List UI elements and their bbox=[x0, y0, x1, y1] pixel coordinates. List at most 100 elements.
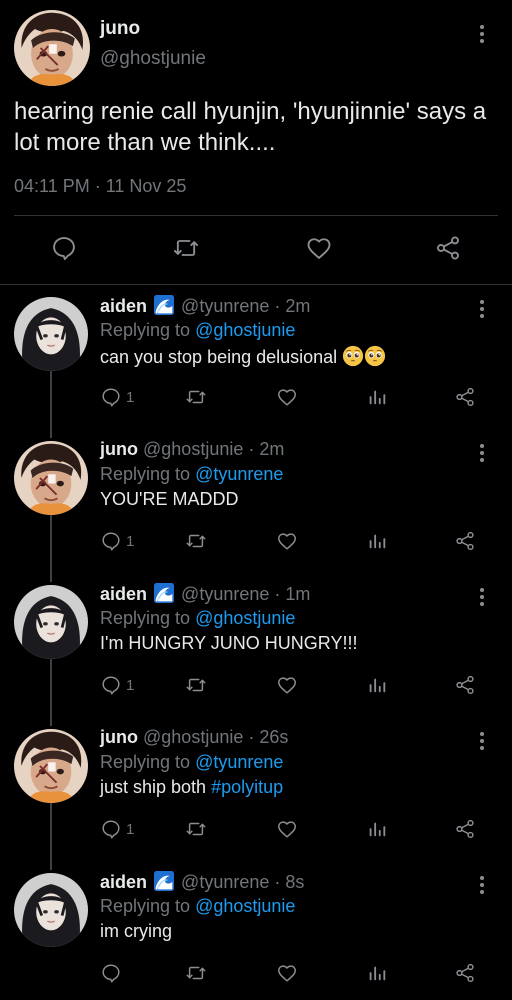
reply-tweet[interactable]: aiden @tyunrene · 8s Replying to @ghostj… bbox=[0, 861, 512, 1000]
reply-count: 1 bbox=[126, 388, 135, 406]
divider bbox=[14, 215, 498, 216]
retweet-button[interactable] bbox=[185, 530, 207, 552]
author-name[interactable]: aiden bbox=[100, 872, 147, 892]
reply-tweet[interactable]: aiden @tyunrene · 2m Replying to @ghostj… bbox=[0, 285, 512, 429]
reply-icon bbox=[100, 386, 122, 408]
share-button[interactable] bbox=[454, 386, 476, 408]
share-button[interactable] bbox=[454, 674, 476, 696]
retweet-icon[interactable] bbox=[172, 234, 200, 262]
avatar[interactable] bbox=[14, 873, 88, 947]
replying-to: Replying to @ghostjunie bbox=[100, 320, 295, 341]
reply-count: 1 bbox=[126, 532, 135, 550]
reply-time: · 2m bbox=[274, 296, 311, 316]
mention-link[interactable]: @tyunrene bbox=[195, 752, 283, 772]
stats-button[interactable] bbox=[366, 386, 388, 408]
avatar[interactable] bbox=[14, 10, 90, 86]
author-name[interactable]: aiden bbox=[100, 296, 147, 316]
author-handle[interactable]: @ghostjunie bbox=[100, 48, 206, 70]
retweet-icon bbox=[185, 530, 207, 552]
reply-text: YOU'RE MADDD bbox=[100, 489, 238, 510]
avatar[interactable] bbox=[14, 585, 88, 659]
stats-icon bbox=[366, 962, 388, 984]
share-button[interactable] bbox=[454, 962, 476, 984]
author-handle[interactable]: @tyunrene bbox=[181, 872, 269, 892]
share-icon bbox=[454, 962, 476, 984]
like-button[interactable] bbox=[276, 530, 298, 552]
reply-tweet[interactable]: juno @ghostjunie · 26s Replying to @tyun… bbox=[0, 717, 512, 861]
like-button[interactable] bbox=[276, 818, 298, 840]
reply-button[interactable]: 1 bbox=[100, 530, 134, 552]
share-icon[interactable] bbox=[434, 234, 462, 262]
reply-text: I'm HUNGRY JUNO HUNGRY!!! bbox=[100, 633, 357, 654]
reply-button[interactable]: 1 bbox=[100, 674, 134, 696]
stats-button[interactable] bbox=[366, 530, 388, 552]
reply-button[interactable]: 1 bbox=[100, 818, 134, 840]
replying-label: Replying to bbox=[100, 320, 191, 340]
reply-button[interactable]: 1 bbox=[100, 386, 134, 408]
more-options-icon[interactable] bbox=[472, 729, 492, 753]
share-button[interactable] bbox=[454, 818, 476, 840]
replying-label: Replying to bbox=[100, 608, 191, 628]
reply-time: · 26s bbox=[248, 727, 289, 747]
author-name[interactable]: juno bbox=[100, 727, 138, 747]
pleading-face-emoji bbox=[364, 345, 386, 367]
author-name[interactable]: aiden bbox=[100, 584, 147, 604]
replying-label: Replying to bbox=[100, 752, 191, 772]
reply-text-body: im crying bbox=[100, 921, 173, 941]
like-icon[interactable] bbox=[305, 234, 333, 262]
reply-time: · 2m bbox=[248, 439, 285, 459]
reply-tweet[interactable]: aiden @tyunrene · 1m Replying to @ghostj… bbox=[0, 573, 512, 717]
mention-link[interactable]: @ghostjunie bbox=[195, 896, 295, 916]
retweet-button[interactable] bbox=[185, 818, 207, 840]
water-wave-emoji bbox=[154, 295, 174, 315]
author-handle[interactable]: @tyunrene bbox=[181, 296, 269, 316]
hashtag-link[interactable]: #polyitup bbox=[211, 777, 283, 797]
retweet-icon bbox=[185, 818, 207, 840]
reply-icon bbox=[100, 674, 122, 696]
share-button[interactable] bbox=[454, 530, 476, 552]
more-options-icon[interactable] bbox=[472, 441, 492, 465]
mention-link[interactable]: @tyunrene bbox=[195, 464, 283, 484]
like-button[interactable] bbox=[276, 386, 298, 408]
reply-button[interactable] bbox=[100, 962, 126, 984]
replying-label: Replying to bbox=[100, 464, 191, 484]
stats-button[interactable] bbox=[366, 818, 388, 840]
author-handle[interactable]: @ghostjunie bbox=[143, 727, 243, 747]
like-icon bbox=[276, 962, 298, 984]
replying-to: Replying to @tyunrene bbox=[100, 464, 283, 485]
reply-text: can you stop being delusional bbox=[100, 345, 386, 368]
author-handle[interactable]: @ghostjunie bbox=[143, 439, 243, 459]
author-handle[interactable]: @tyunrene bbox=[181, 584, 269, 604]
like-button[interactable] bbox=[276, 962, 298, 984]
reply-text: just ship both #polyitup bbox=[100, 777, 283, 798]
reply-tweet[interactable]: juno @ghostjunie · 2m Replying to @tyunr… bbox=[0, 429, 512, 573]
avatar[interactable] bbox=[14, 441, 88, 515]
more-options-icon[interactable] bbox=[472, 873, 492, 897]
reply-icon[interactable] bbox=[50, 234, 78, 262]
avatar[interactable] bbox=[14, 729, 88, 803]
reply-time: · 1m bbox=[274, 584, 311, 604]
retweet-button[interactable] bbox=[185, 962, 207, 984]
stats-icon bbox=[366, 530, 388, 552]
stats-button[interactable] bbox=[366, 674, 388, 696]
author-name[interactable]: juno bbox=[100, 439, 138, 459]
like-button[interactable] bbox=[276, 674, 298, 696]
tweet-text: hearing renie call hyunjin, 'hyunjinnie'… bbox=[14, 98, 487, 156]
retweet-button[interactable] bbox=[185, 674, 207, 696]
more-options-icon[interactable] bbox=[472, 585, 492, 609]
retweet-icon bbox=[185, 674, 207, 696]
like-icon bbox=[276, 818, 298, 840]
share-icon bbox=[454, 386, 476, 408]
reply-text-body: just ship both bbox=[100, 777, 207, 797]
reply-count: 1 bbox=[126, 820, 135, 838]
retweet-button[interactable] bbox=[185, 386, 207, 408]
avatar[interactable] bbox=[14, 297, 88, 371]
more-options-icon[interactable] bbox=[472, 297, 492, 321]
mention-link[interactable]: @ghostjunie bbox=[195, 608, 295, 628]
share-icon bbox=[454, 674, 476, 696]
more-options-icon[interactable] bbox=[472, 22, 492, 46]
mention-link[interactable]: @ghostjunie bbox=[195, 320, 295, 340]
retweet-icon bbox=[185, 962, 207, 984]
stats-button[interactable] bbox=[366, 962, 388, 984]
author-name[interactable]: juno bbox=[100, 18, 140, 40]
